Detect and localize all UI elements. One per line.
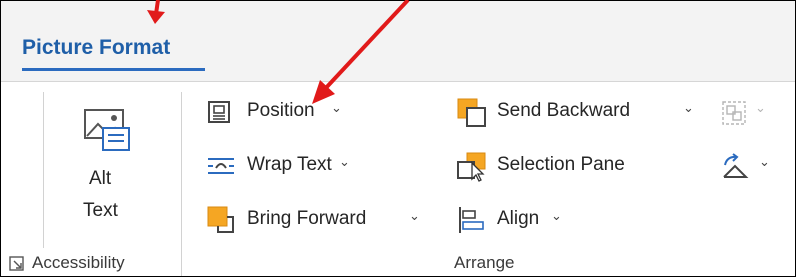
red-arrow-icon — [312, 0, 410, 104]
annotation-arrows — [147, 0, 410, 104]
red-arrow-icon — [147, 0, 165, 24]
